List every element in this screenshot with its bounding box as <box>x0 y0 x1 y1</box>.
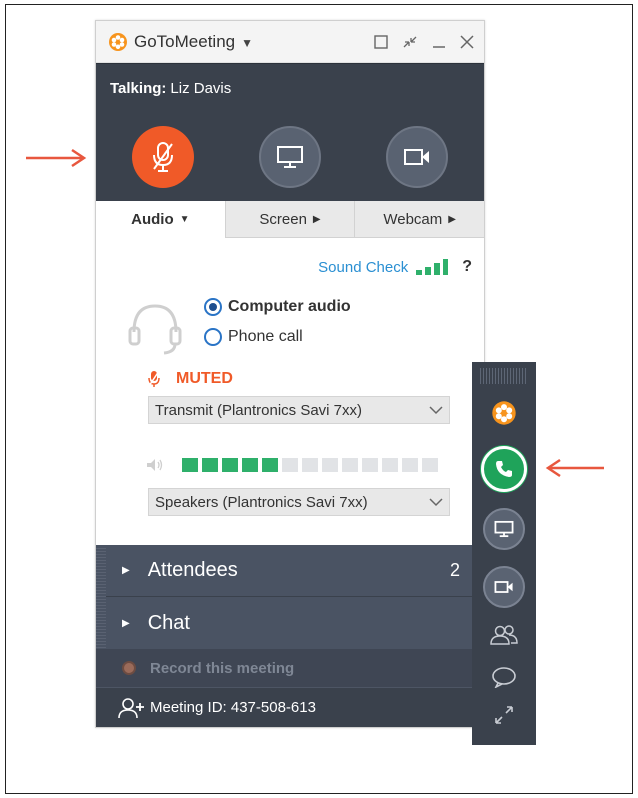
screen-share-button[interactable] <box>258 126 321 188</box>
volume-segment <box>302 458 318 472</box>
talking-label: Talking: <box>110 80 167 97</box>
app-name: GoToMeeting <box>134 31 236 51</box>
chat-row[interactable]: ▶ Chat <box>96 597 484 649</box>
speaker-icon <box>147 459 163 471</box>
annotation-arrow-left <box>26 148 87 168</box>
attendees-label: Attendees <box>147 559 238 581</box>
chevron-right-icon: ▶ <box>122 565 130 576</box>
help-button[interactable]: ? <box>462 258 472 276</box>
chat-label: Chat <box>147 611 190 634</box>
chevron-down-icon: ▼ <box>179 214 190 225</box>
screen-icon <box>494 520 514 538</box>
tab-strip: Audio ▼ Screen ▶ Webcam ▶ <box>96 201 485 238</box>
mic-muted-icon <box>153 142 174 172</box>
chevron-right-icon: ▶ <box>312 213 321 225</box>
webcam-button[interactable] <box>385 126 448 188</box>
sound-check: Sound Check ? <box>318 258 472 276</box>
transmit-device-value: Transmit (Plantronics Savi 7xx) <box>155 401 362 419</box>
chat-mini-button[interactable] <box>491 666 517 688</box>
gotomeeting-logo-icon <box>492 401 516 425</box>
webcam-mini-button[interactable] <box>483 566 525 608</box>
radio-computer-audio[interactable]: Computer audio <box>204 298 351 316</box>
volume-segment <box>182 458 198 472</box>
attendees-mini-button[interactable] <box>489 624 519 646</box>
volume-segment <box>222 458 238 472</box>
transmit-device-select[interactable]: Transmit (Plantronics Savi 7xx) <box>148 396 450 424</box>
minimize-icon[interactable] <box>432 35 446 49</box>
record-meeting-button[interactable]: Record this meeting <box>96 649 484 687</box>
title-bar: GoToMeeting ▼ <box>96 21 484 63</box>
volume-segment <box>362 458 378 472</box>
close-icon[interactable] <box>460 34 474 49</box>
compact-control-bar <box>472 362 536 745</box>
chevron-right-icon: ▶ <box>448 213 456 225</box>
speaker-volume-meter <box>146 458 438 472</box>
sound-check-link[interactable]: Sound Check <box>318 259 408 276</box>
talking-indicator: Talking: Liz Davis <box>96 63 484 113</box>
control-bar <box>96 113 484 201</box>
meeting-id: Meeting ID: 437-508-613 <box>150 699 316 716</box>
radio-phone-call[interactable]: Phone call <box>204 328 303 346</box>
muted-status: MUTED <box>148 370 233 388</box>
tab-audio-label: Audio <box>131 211 174 228</box>
add-person-icon <box>118 697 144 718</box>
phone-icon <box>496 461 512 477</box>
record-label: Record this meeting <box>150 659 295 677</box>
drag-handle[interactable] <box>480 368 528 384</box>
volume-segment <box>262 458 278 472</box>
volume-segment <box>202 458 218 472</box>
phone-call-label: Phone call <box>228 328 303 345</box>
computer-audio-label: Computer audio <box>228 298 351 315</box>
chevron-down-icon <box>429 406 443 415</box>
attendees-count: 2 <box>449 560 460 580</box>
volume-segment <box>382 458 398 472</box>
mic-muted-icon <box>148 370 160 387</box>
record-icon <box>122 661 136 675</box>
talking-name: Liz Davis <box>170 80 232 97</box>
meeting-id-bar[interactable]: Meeting ID: 437-508-613 <box>96 687 484 727</box>
volume-segment <box>342 458 358 472</box>
annotation-arrow-right <box>545 458 604 478</box>
volume-segment <box>282 458 298 472</box>
tab-webcam[interactable]: Webcam ▶ <box>354 201 485 238</box>
people-icon <box>490 625 518 645</box>
expand-button[interactable] <box>493 704 515 726</box>
audio-call-button[interactable] <box>481 446 527 492</box>
radio-unselected[interactable] <box>204 328 222 346</box>
speaker-device-select[interactable]: Speakers (Plantronics Savi 7xx) <box>148 488 450 516</box>
tab-webcam-label: Webcam <box>383 210 443 228</box>
mic-mute-button[interactable] <box>132 126 195 188</box>
tab-screen-label: Screen <box>259 210 307 228</box>
meeting-panels: ▶ Attendees 2 ▶ Chat Record this meeting… <box>96 545 484 727</box>
tab-audio[interactable]: Audio ▼ <box>96 201 225 238</box>
attendees-row[interactable]: ▶ Attendees 2 <box>96 545 484 597</box>
chevron-right-icon: ▶ <box>122 617 130 629</box>
headset-icon <box>128 304 182 355</box>
app-menu-caret-icon[interactable]: ▼ <box>241 36 253 50</box>
tab-screen[interactable]: Screen ▶ <box>224 201 355 238</box>
volume-segment <box>402 458 418 472</box>
webcam-icon <box>403 149 429 165</box>
speaker-device-value: Speakers (Plantronics Savi 7xx) <box>155 493 368 511</box>
gotomeeting-window: GoToMeeting ▼ Talking: Liz Davis Audio ▼… <box>95 20 485 728</box>
maximize-icon[interactable] <box>374 34 388 49</box>
radio-selected[interactable] <box>204 298 222 316</box>
volume-segments <box>182 458 438 472</box>
screen-icon <box>276 146 303 168</box>
expand-icon <box>495 706 513 724</box>
screen-share-mini-button[interactable] <box>483 508 525 550</box>
audio-panel: Sound Check ? Computer audio Phone call <box>96 238 484 545</box>
muted-label: MUTED <box>176 370 233 387</box>
panel-grip[interactable] <box>96 548 106 650</box>
gotomeeting-logo-button[interactable] <box>491 400 517 426</box>
compact-view-icon[interactable] <box>402 35 418 49</box>
webcam-icon <box>494 581 513 593</box>
gotomeeting-logo-icon <box>109 32 127 51</box>
signal-bars-icon <box>416 259 449 275</box>
volume-segment <box>322 458 338 472</box>
chat-bubble-icon <box>492 667 516 688</box>
chevron-down-icon <box>429 498 443 507</box>
volume-segment <box>422 458 438 472</box>
volume-segment <box>242 458 258 472</box>
